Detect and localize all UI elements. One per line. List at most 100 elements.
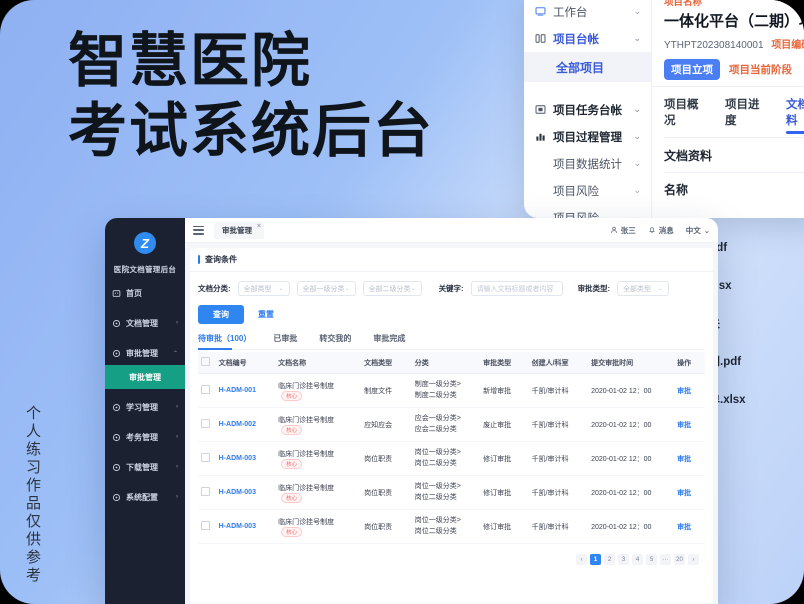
chevron-right-icon: ›: [176, 434, 178, 440]
close-icon[interactable]: ×: [257, 223, 261, 230]
project-stage-row: 项目立项 项目当前阶段: [664, 59, 804, 80]
tab-project-overview[interactable]: 项目概况: [664, 96, 707, 128]
cell-operation[interactable]: 审批: [674, 407, 705, 442]
sidebar-item-process-management[interactable]: 项目过程管理 ⌄: [524, 123, 651, 150]
tab-transferred-to-me[interactable]: 转交我的: [319, 333, 351, 344]
tab-project-documents[interactable]: 文档资料: [786, 96, 804, 134]
pagination-page-20[interactable]: 20: [674, 554, 685, 565]
sidebar-item-document-management[interactable]: 文档管理 ›: [105, 311, 185, 335]
status-tabs: 待审批（100） 已审批 转交我的 审批完成: [198, 333, 705, 350]
doc-code-link[interactable]: H-ADM-002: [219, 421, 256, 428]
sidebar-item-workbench[interactable]: 工作台 ⌄: [524, 0, 651, 25]
tab-pending-approval[interactable]: 待审批（100）: [198, 333, 251, 344]
approve-button[interactable]: 审批: [677, 422, 691, 429]
sidebar-item-project-ledger[interactable]: 项目台帐 ⌄: [524, 25, 651, 52]
cell-doc-code[interactable]: H-ADM-003: [215, 441, 276, 476]
user-menu[interactable]: 张三: [610, 225, 636, 236]
table-row[interactable]: H-ADM-003 临床门诊挂号制度核心 岗位职责 岗位一级分类> 岗位二级分类 …: [198, 509, 705, 544]
tab-project-progress[interactable]: 项目进度: [725, 96, 768, 128]
cell-doc-code[interactable]: H-ADM-002: [215, 407, 276, 442]
checkbox-row[interactable]: [201, 487, 210, 496]
sidebar-item-exam-management[interactable]: 考务管理 ›: [105, 425, 185, 449]
sidebar-item-project-risk-2[interactable]: 项目风险 ⌄: [524, 204, 651, 218]
select-category-level2[interactable]: 全部二级分类 ⌄: [362, 281, 422, 296]
cell-operation[interactable]: 审批: [674, 509, 705, 544]
row-checkbox-cell[interactable]: [198, 475, 216, 510]
sidebar-item-data-statistics[interactable]: 项目数据统计 ⌄: [524, 150, 651, 177]
reset-button[interactable]: 重置: [258, 309, 274, 320]
board-icon: [534, 104, 546, 116]
approval-panel: 查询条件 文档分类: 全部类型 ⌄ 全部一级分类 ⌄ 全部二级分类 ⌄ 关键字:…: [190, 248, 713, 603]
pagination-page-5[interactable]: 5: [646, 554, 657, 565]
sidebar-item-label: 项目风险: [553, 185, 599, 198]
select-approval-type[interactable]: 全部类型 ⌄: [617, 281, 670, 296]
cell-doc-code[interactable]: H-ADM-001: [215, 373, 276, 408]
blank-icon: [534, 185, 546, 197]
sidebar-item-approval-management[interactable]: 审批管理 ⌃: [105, 341, 185, 365]
cell-operation[interactable]: 审批: [674, 441, 705, 476]
notifications-button[interactable]: 消息: [648, 225, 674, 236]
menu-collapse-icon[interactable]: [193, 225, 204, 235]
sidebar-item-project-risk-1[interactable]: 项目风险 ⌄: [524, 177, 651, 204]
cell-operation[interactable]: 审批: [674, 373, 705, 408]
search-input[interactable]: 请输入文档标题或者内容: [470, 281, 563, 296]
tab-approval-complete[interactable]: 审批完成: [373, 333, 405, 344]
tab-approved[interactable]: 已审批: [273, 333, 297, 344]
doc-code-link[interactable]: H-ADM-003: [219, 523, 256, 530]
cell-doc-code[interactable]: H-ADM-003: [215, 509, 276, 544]
select-doc-type[interactable]: 全部类型 ⌄: [237, 281, 290, 296]
sidebar-item-download-management[interactable]: 下载管理 ›: [105, 455, 185, 479]
sidebar-item-task-ledger[interactable]: 项目任务台帐 ⌄: [524, 96, 651, 123]
sidebar-item-home[interactable]: 首页: [105, 281, 185, 305]
pagination-next[interactable]: ›: [688, 554, 699, 565]
pagination-prev[interactable]: ‹: [576, 554, 587, 565]
table-row[interactable]: H-ADM-001 临床门诊挂号制度核心 制度文件 制度一级分类> 制度二级分类 …: [198, 373, 705, 408]
sidebar-item-system-config[interactable]: 系统配置 ›: [105, 485, 185, 509]
sidebar-item-study-management[interactable]: 学习管理 ›: [105, 395, 185, 419]
row-checkbox-cell[interactable]: [198, 407, 216, 442]
row-checkbox-cell[interactable]: [198, 509, 216, 544]
pagination-page-1[interactable]: 1: [590, 554, 601, 565]
column-select-all[interactable]: [198, 352, 216, 374]
pagination-page-3[interactable]: 3: [618, 554, 629, 565]
approve-button[interactable]: 审批: [677, 524, 691, 531]
doc-icon: [112, 319, 121, 328]
column-submit-time: 提交审批时间: [588, 352, 675, 374]
cell-operation[interactable]: 审批: [674, 475, 705, 510]
row-checkbox-cell[interactable]: [198, 441, 216, 476]
category-level2: 岗位二级分类: [414, 527, 457, 535]
checkbox-all[interactable]: [201, 357, 210, 366]
pagination-page-2[interactable]: 2: [604, 554, 615, 565]
column-doc-name: 文档名称: [275, 352, 362, 374]
cell-submit-time: 2020-01-02 12：00: [588, 475, 675, 510]
dashboard-body: 查询条件 文档分类: 全部类型 ⌄ 全部一级分类 ⌄ 全部二级分类 ⌄ 关键字:…: [185, 243, 718, 604]
language-selector[interactable]: 中文 ⌄: [686, 225, 710, 236]
sidebar-item-all-projects[interactable]: 全部项目: [524, 52, 651, 82]
search-button[interactable]: 查询: [198, 305, 244, 324]
sidebar-item-approval-management-sub[interactable]: 审批管理: [105, 365, 185, 389]
approve-button[interactable]: 审批: [677, 388, 691, 395]
checkbox-row[interactable]: [201, 419, 210, 428]
approve-button[interactable]: 审批: [677, 456, 691, 463]
pagination-page-4[interactable]: 4: [632, 554, 643, 565]
cell-approval-type: 修订审批: [480, 475, 529, 510]
tab-approval-management[interactable]: 审批管理 ×: [214, 221, 264, 239]
doc-code-link[interactable]: H-ADM-001: [219, 387, 256, 394]
table-row[interactable]: H-ADM-003 临床门诊挂号制度核心 岗位职责 岗位一级分类> 岗位二级分类 …: [198, 475, 705, 510]
column-creator: 创建人/科室: [528, 352, 589, 374]
doc-code-link[interactable]: H-ADM-003: [219, 455, 256, 462]
checkbox-row[interactable]: [201, 521, 210, 530]
approval-type-label: 审批类型:: [577, 284, 611, 293]
table-row[interactable]: H-ADM-003 临床门诊挂号制度核心 岗位职责 岗位一级分类> 岗位二级分类 …: [198, 441, 705, 476]
grid-icon: [534, 33, 546, 45]
checkbox-row[interactable]: [201, 385, 210, 394]
approve-button[interactable]: 审批: [677, 490, 691, 497]
table-row[interactable]: H-ADM-002 临床门诊挂号制度核心 应知应会 应会一级分类> 应会二级分类 …: [198, 407, 705, 442]
select-value: 全部一级分类: [302, 285, 345, 293]
cell-doc-code[interactable]: H-ADM-003: [215, 475, 276, 510]
row-checkbox-cell[interactable]: [198, 373, 216, 408]
chevron-down-icon: ⌄: [410, 286, 416, 292]
checkbox-row[interactable]: [201, 453, 210, 462]
doc-code-link[interactable]: H-ADM-003: [219, 489, 256, 496]
select-category-level1[interactable]: 全部一级分类 ⌄: [296, 281, 356, 296]
